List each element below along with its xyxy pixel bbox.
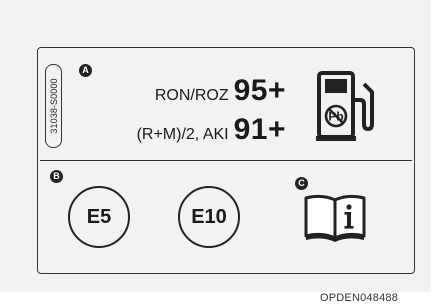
blend-e5-text: E5 — [86, 205, 112, 228]
label-divider — [40, 160, 412, 161]
octane-rating-aki: 91+ — [233, 113, 286, 146]
no-lead-icon: Pb — [324, 104, 348, 128]
marker-c: C — [295, 177, 308, 190]
info-manual-icon — [304, 194, 366, 242]
figure-background: 31038-S0000 A RON/ROZ 95+ (R+M)/2, AKI 9… — [0, 0, 431, 292]
octane-standard-aki: (R+M)/2, AKI — [136, 126, 229, 143]
octane-standard-ron: RON/ROZ — [154, 87, 229, 104]
octane-rating-ron: 95+ — [233, 74, 286, 107]
blend-e10-circle: E10 — [178, 186, 240, 248]
figure-code: OPDEN048488 — [320, 292, 399, 304]
blend-e10-text: E10 — [191, 205, 227, 228]
label-part-number-text: 31038-S0000 — [48, 78, 59, 134]
octane-row-aki: (R+M)/2, AKI 91+ — [137, 113, 286, 147]
marker-b: B — [50, 170, 63, 183]
fuel-label: 31038-S0000 A RON/ROZ 95+ (R+M)/2, AKI 9… — [37, 47, 415, 274]
octane-row-ron: RON/ROZ 95+ — [155, 74, 286, 108]
blend-e5-circle: E5 — [68, 186, 130, 248]
marker-a: A — [79, 64, 92, 77]
label-part-number: 31038-S0000 — [45, 64, 62, 148]
fuel-pump-icon: Pb — [316, 71, 374, 141]
